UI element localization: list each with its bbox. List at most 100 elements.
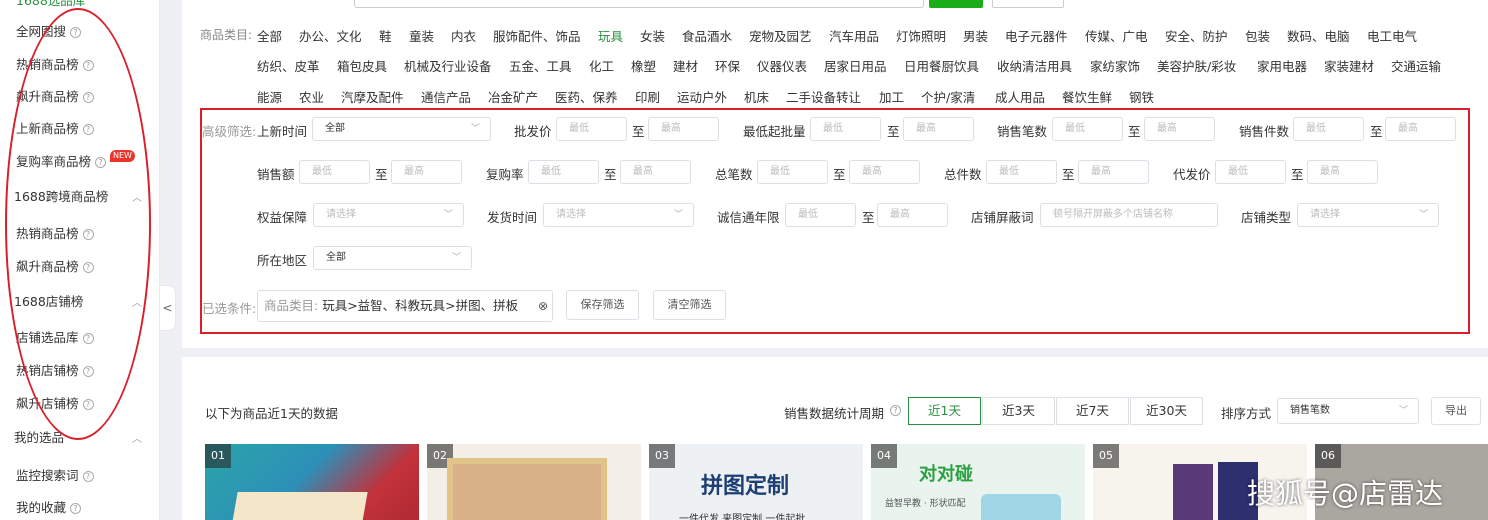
category-item[interactable]: 办公、文化	[299, 26, 362, 45]
total-count-min[interactable]: 最低	[757, 160, 828, 184]
close-circle-icon[interactable]: ⊗	[538, 291, 548, 321]
shop-type-select[interactable]: 请选择 ﹀	[1297, 203, 1439, 227]
help-icon[interactable]: ?	[890, 405, 901, 416]
selected-condition-chip[interactable]: 商品类目: 玩具>益智、科教玩具>拼图、拼板 ⊗	[257, 290, 553, 322]
product-card[interactable]: 02	[427, 444, 641, 520]
min-batch-min[interactable]: 最低	[810, 117, 881, 141]
category-item[interactable]: 建材	[673, 56, 698, 75]
category-item[interactable]: 男装	[963, 26, 988, 45]
chevron-up-icon[interactable]: ︿	[132, 294, 142, 309]
category-item[interactable]: 印刷	[635, 87, 660, 106]
sales-pieces-min[interactable]: 最低	[1293, 117, 1364, 141]
help-icon[interactable]: ?	[95, 156, 107, 168]
help-icon[interactable]: ?	[70, 26, 82, 38]
wholesale-price-min[interactable]: 最低	[556, 117, 627, 141]
category-item[interactable]: 机床	[744, 87, 769, 106]
period-3d-button[interactable]: 近3天	[982, 397, 1055, 425]
sidebar-item-monitor-keywords[interactable]: 监控搜索词?	[16, 466, 94, 486]
help-icon[interactable]: ?	[82, 365, 94, 377]
category-item[interactable]: 玩具	[598, 26, 623, 45]
region-select[interactable]: 全部 ﹀	[313, 246, 472, 270]
category-item[interactable]: 五金、工具	[509, 56, 572, 75]
category-item[interactable]: 钢铁	[1129, 87, 1154, 106]
sales-count-min[interactable]: 最低	[1052, 117, 1123, 141]
sidebar-item-hot-products[interactable]: 热销商品榜?	[16, 55, 94, 75]
category-item[interactable]: 汽摩及配件	[341, 87, 404, 106]
period-30d-button[interactable]: 近30天	[1130, 397, 1203, 425]
sidebar-item-new-products[interactable]: 上新商品榜?	[16, 119, 94, 139]
category-item[interactable]: 宠物及园艺	[749, 26, 812, 45]
sidebar-item-favorites[interactable]: 我的收藏?	[16, 498, 82, 518]
category-item[interactable]: 医药、保养	[555, 87, 618, 106]
category-item[interactable]: 家装建材	[1324, 56, 1374, 75]
sort-select[interactable]: 销售笔数 ﹀	[1277, 398, 1419, 424]
collapse-sidebar-button[interactable]: <	[160, 285, 176, 331]
sidebar-item-cb-rising[interactable]: 飙升商品榜?	[16, 257, 94, 277]
repurchase-rate-min[interactable]: 最低	[528, 160, 599, 184]
category-item[interactable]: 通信产品	[421, 87, 471, 106]
trust-years-min[interactable]: 最低	[785, 203, 856, 227]
category-item[interactable]: 橡塑	[631, 56, 656, 75]
category-item[interactable]: 家纺家饰	[1090, 56, 1140, 75]
chevron-up-icon[interactable]: ︿	[132, 430, 142, 445]
help-icon[interactable]: ?	[82, 261, 94, 273]
sidebar-group-crossborder[interactable]: 1688跨境商品榜	[14, 187, 108, 207]
category-item[interactable]: 纺织、皮革	[257, 56, 320, 75]
sales-amount-max[interactable]: 最高	[391, 160, 462, 184]
category-item[interactable]: 仪器仪表	[757, 56, 807, 75]
product-card[interactable]: 04 对对碰 益智早教 · 形状匹配	[871, 444, 1085, 520]
sidebar-item-shop-library[interactable]: 店铺选品库?	[16, 328, 94, 348]
category-item[interactable]: 家用电器	[1257, 56, 1307, 75]
search-button[interactable]	[929, 0, 983, 8]
category-item[interactable]: 加工	[879, 87, 904, 106]
category-item[interactable]: 冶金矿产	[488, 87, 538, 106]
category-item[interactable]: 交通运输	[1391, 56, 1441, 75]
category-item[interactable]: 电工电气	[1367, 26, 1417, 45]
help-icon[interactable]: ?	[82, 332, 94, 344]
period-7d-button[interactable]: 近7天	[1056, 397, 1129, 425]
min-batch-max[interactable]: 最高	[903, 117, 974, 141]
category-item[interactable]: 童装	[409, 26, 434, 45]
category-item[interactable]: 数码、电脑	[1287, 26, 1350, 45]
period-1d-button[interactable]: 近1天	[908, 397, 981, 425]
save-filter-button[interactable]: 保存筛选	[566, 290, 639, 320]
category-item[interactable]: 电子元器件	[1005, 26, 1068, 45]
wholesale-price-max[interactable]: 最高	[648, 117, 719, 141]
category-item[interactable]: 服饰配件、饰品	[493, 26, 581, 45]
category-item[interactable]: 环保	[715, 56, 740, 75]
category-item[interactable]: 汽车用品	[829, 26, 879, 45]
sidebar-group-shops[interactable]: 1688店铺榜	[14, 292, 83, 312]
trust-years-max[interactable]: 最高	[877, 203, 948, 227]
total-pieces-max[interactable]: 最高	[1078, 160, 1149, 184]
repurchase-rate-max[interactable]: 最高	[620, 160, 691, 184]
category-item[interactable]: 能源	[257, 87, 282, 106]
category-item[interactable]: 运动户外	[677, 87, 727, 106]
category-item[interactable]: 成人用品	[995, 87, 1045, 106]
secondary-button[interactable]	[992, 0, 1064, 8]
help-icon[interactable]: ?	[82, 398, 94, 410]
category-item[interactable]: 内衣	[451, 26, 476, 45]
category-item[interactable]: 机械及行业设备	[404, 56, 492, 75]
dropship-price-min[interactable]: 最低	[1215, 160, 1286, 184]
sidebar-item-image-search[interactable]: 全网图搜?	[16, 22, 82, 42]
help-icon[interactable]: ?	[70, 502, 82, 514]
category-item[interactable]: 二手设备转让	[786, 87, 861, 106]
category-item[interactable]: 安全、防护	[1165, 26, 1228, 45]
product-card[interactable]: 03 拼图定制 一件代发 来图定制 一件起批	[649, 444, 863, 520]
sidebar-item-library[interactable]: 1688选品库	[16, 0, 85, 11]
category-item[interactable]: 灯饰照明	[896, 26, 946, 45]
search-input[interactable]	[354, 0, 924, 8]
guarantee-select[interactable]: 请选择 ﹀	[313, 203, 464, 227]
sales-pieces-max[interactable]: 最高	[1385, 117, 1456, 141]
category-item[interactable]: 女装	[640, 26, 665, 45]
sidebar-item-hot-shops[interactable]: 热销店铺榜?	[16, 361, 94, 381]
help-icon[interactable]: ?	[82, 228, 94, 240]
ship-time-select[interactable]: 请选择 ﹀	[543, 203, 694, 227]
category-item[interactable]: 日用餐厨饮具	[904, 56, 979, 75]
shop-block-input[interactable]: 顿号隔开屏蔽多个店铺名称	[1040, 203, 1218, 227]
total-pieces-min[interactable]: 最低	[986, 160, 1057, 184]
sidebar-item-repurchase[interactable]: 复购率商品榜? NEW	[16, 150, 135, 172]
help-icon[interactable]: ?	[82, 59, 94, 71]
category-item[interactable]: 鞋	[379, 26, 392, 45]
clear-filter-button[interactable]: 清空筛选	[653, 290, 726, 320]
